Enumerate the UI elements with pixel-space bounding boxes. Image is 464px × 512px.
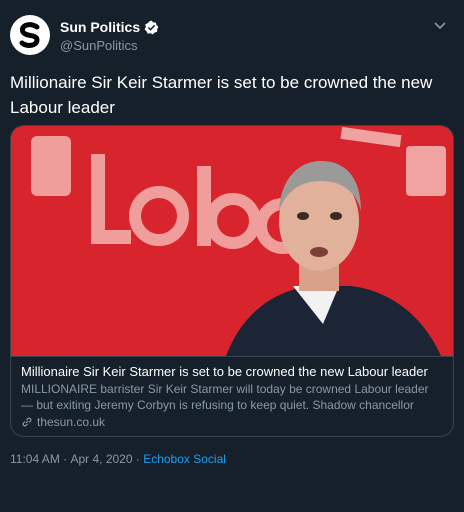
- card-domain-row: thesun.co.uk: [21, 415, 443, 429]
- author-name-row: Sun Politics: [60, 19, 159, 35]
- tweet-text: Millionaire Sir Keir Starmer is set to b…: [10, 73, 433, 117]
- verified-badge-icon: [144, 20, 159, 34]
- tweet-source-link[interactable]: Echobox Social: [143, 452, 226, 466]
- card-description: MILLIONAIRE barrister Sir Keir Starmer w…: [21, 382, 429, 412]
- card-domain: thesun.co.uk: [37, 415, 106, 429]
- meta-separator: ·: [132, 452, 144, 466]
- sun-logo-icon: [19, 22, 40, 48]
- author-display-name[interactable]: Sun Politics: [60, 19, 140, 35]
- chevron-down-icon[interactable]: [434, 22, 446, 30]
- card-body: Millionaire Sir Keir Starmer is set to b…: [11, 356, 453, 436]
- link-card[interactable]: Millionaire Sir Keir Starmer is set to b…: [10, 125, 454, 437]
- avatar[interactable]: [10, 15, 50, 55]
- tweet-time[interactable]: 11:04 AM: [10, 452, 60, 466]
- article-photo-icon: [11, 126, 453, 356]
- card-title: Millionaire Sir Keir Starmer is set to b…: [21, 364, 428, 379]
- meta-separator: ·: [59, 452, 71, 466]
- tweet-date[interactable]: Apr 4, 2020: [70, 452, 132, 466]
- tweet-meta: 11:04 AM · Apr 4, 2020 · Echobox Social: [10, 452, 226, 466]
- link-icon: [22, 417, 32, 427]
- tweet: Sun Politics @SunPolitics Millionaire Si…: [0, 0, 464, 512]
- card-image: [11, 126, 453, 356]
- author-handle[interactable]: @SunPolitics: [60, 38, 138, 53]
